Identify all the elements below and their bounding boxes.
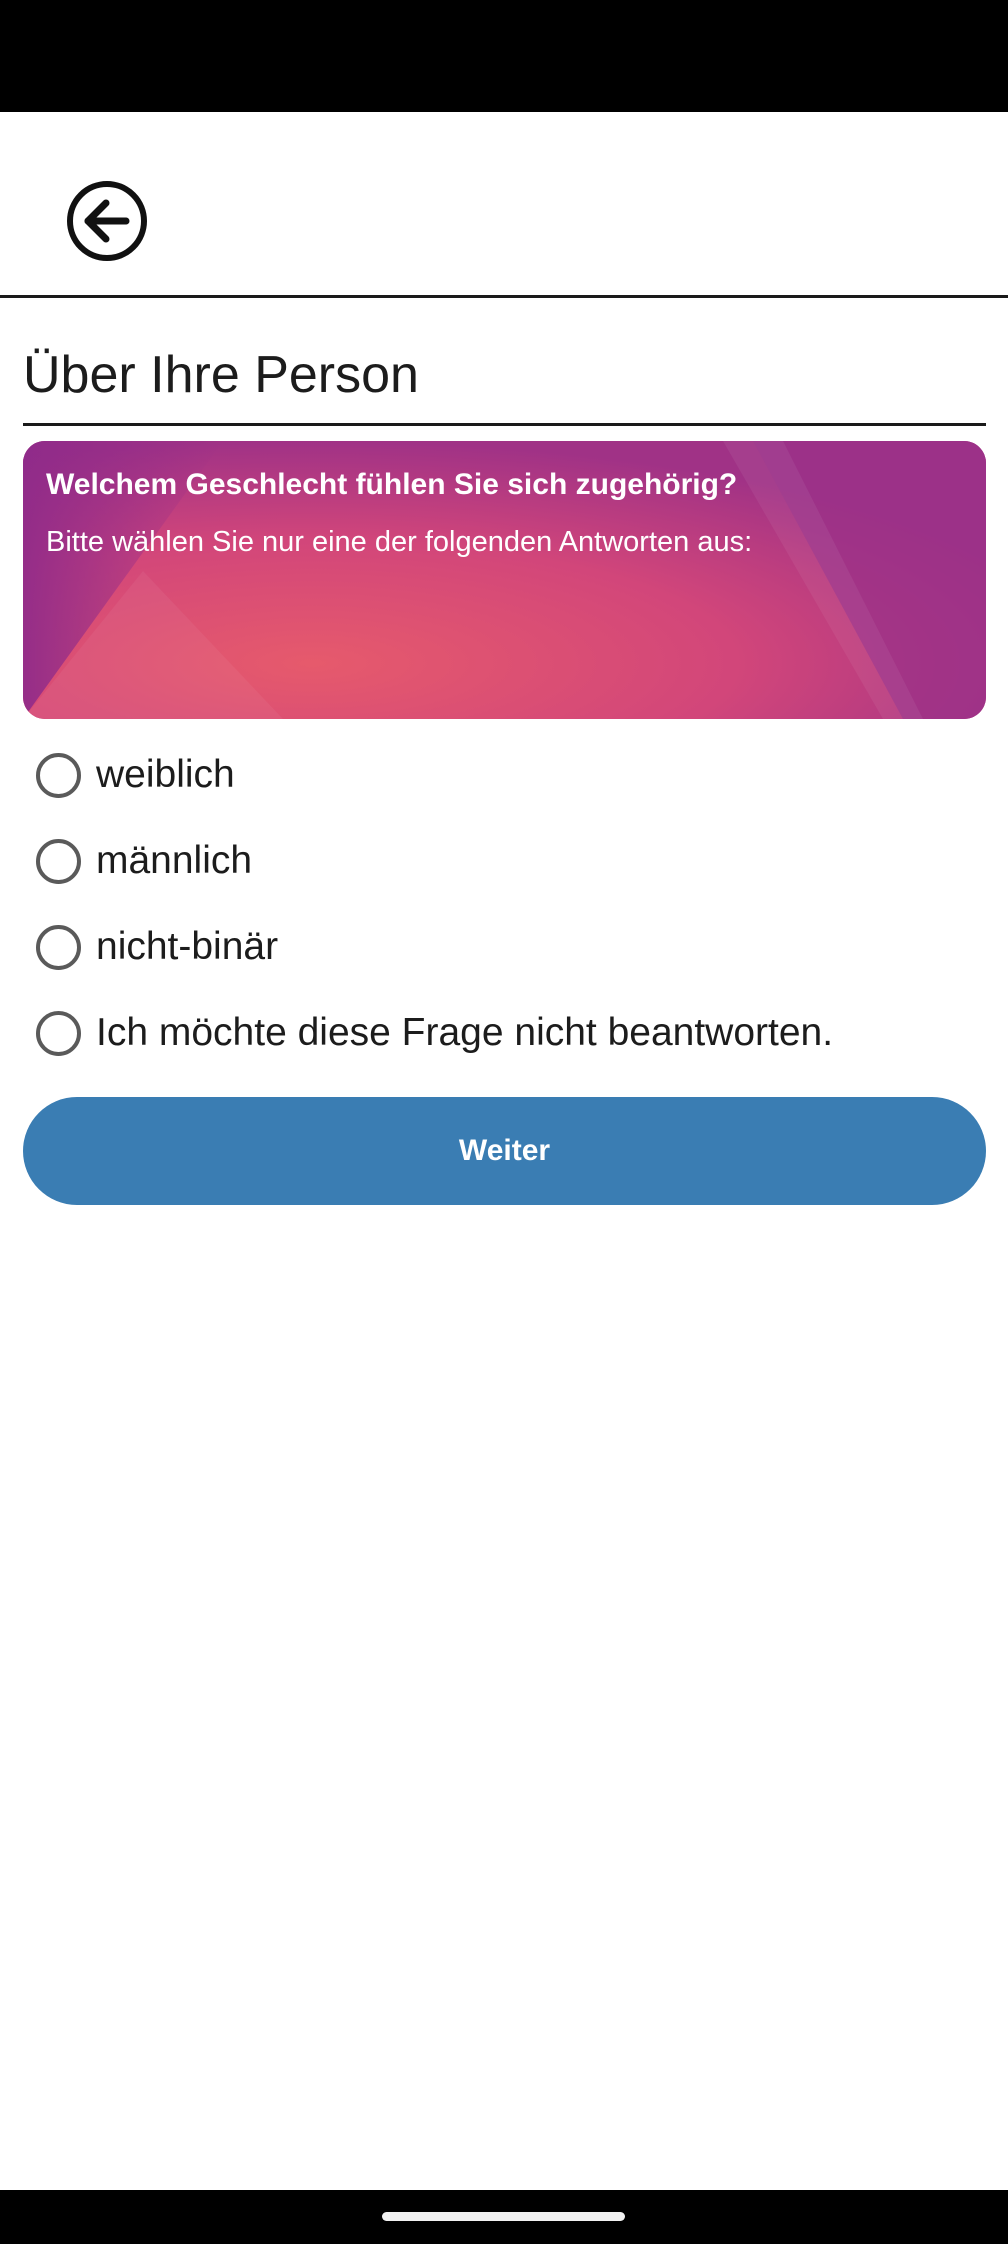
status-bar [0, 0, 1008, 112]
option-label: männlich [96, 839, 253, 882]
question-text: Welchem Geschlecht fühlen Sie sich zugeh… [46, 468, 738, 501]
next-button[interactable]: Weiter [23, 1097, 986, 1205]
options-list: weiblich männlich nicht-binär Ich möchte… [23, 732, 986, 1076]
option-weiblich[interactable]: weiblich [23, 732, 986, 818]
radio-button[interactable] [36, 924, 81, 970]
option-label: weiblich [96, 753, 235, 796]
arrow-left-circle-icon [67, 181, 147, 261]
home-indicator[interactable] [382, 2212, 625, 2221]
option-label: nicht-binär [96, 925, 279, 968]
option-maennlich[interactable]: männlich [23, 818, 986, 904]
option-nicht-binaer[interactable]: nicht-binär [23, 904, 986, 990]
option-keine-angabe[interactable]: Ich möchte diese Frage nicht beantworten… [23, 990, 986, 1076]
question-card: Welchem Geschlecht fühlen Sie sich zugeh… [23, 441, 986, 719]
radio-button[interactable] [36, 838, 81, 884]
option-label: Ich möchte diese Frage nicht beantworten… [96, 1011, 834, 1054]
back-button[interactable] [66, 180, 148, 262]
app-bar [0, 112, 1008, 298]
question-hint: Bitte wählen Sie nur eine der folgenden … [46, 526, 753, 558]
radio-button[interactable] [36, 1010, 81, 1056]
radio-button[interactable] [36, 752, 81, 798]
page-title: Über Ihre Person [23, 340, 986, 426]
